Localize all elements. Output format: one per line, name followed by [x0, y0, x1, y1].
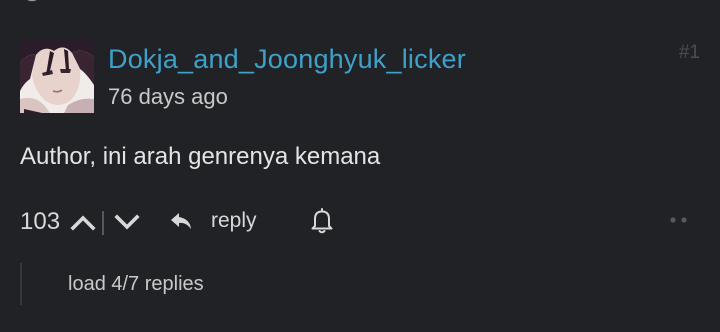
comment-page: Dokja_and_Joonghyuk_licker 76 days ago #…	[0, 0, 720, 332]
avatar-image	[20, 39, 94, 113]
avatar[interactable]	[20, 39, 94, 113]
reply-label: reply	[211, 209, 257, 232]
chevron-up-icon[interactable]	[70, 213, 96, 231]
vote-divider	[102, 211, 104, 235]
bell-icon[interactable]	[310, 207, 334, 234]
previous-action-icon	[27, 0, 37, 2]
reply-arrow-icon	[171, 213, 191, 229]
more-dots-icon[interactable]	[669, 216, 689, 224]
load-replies-link[interactable]: load 4/7 replies	[68, 273, 204, 296]
username-link[interactable]: Dokja_and_Joonghyuk_licker	[108, 44, 466, 75]
comment-actions: 103 reply	[20, 205, 700, 237]
comment-number: #1	[678, 42, 700, 63]
replies-thread-line	[20, 263, 22, 305]
reply-button[interactable]: reply	[170, 207, 257, 235]
vote-count: 103	[20, 208, 61, 235]
comment-timestamp[interactable]: 76 days ago	[108, 84, 228, 110]
previous-more-icon	[606, 0, 618, 3]
chevron-down-icon[interactable]	[114, 213, 140, 231]
comment-text: Author, ini arah genrenya kemana	[20, 143, 381, 170]
